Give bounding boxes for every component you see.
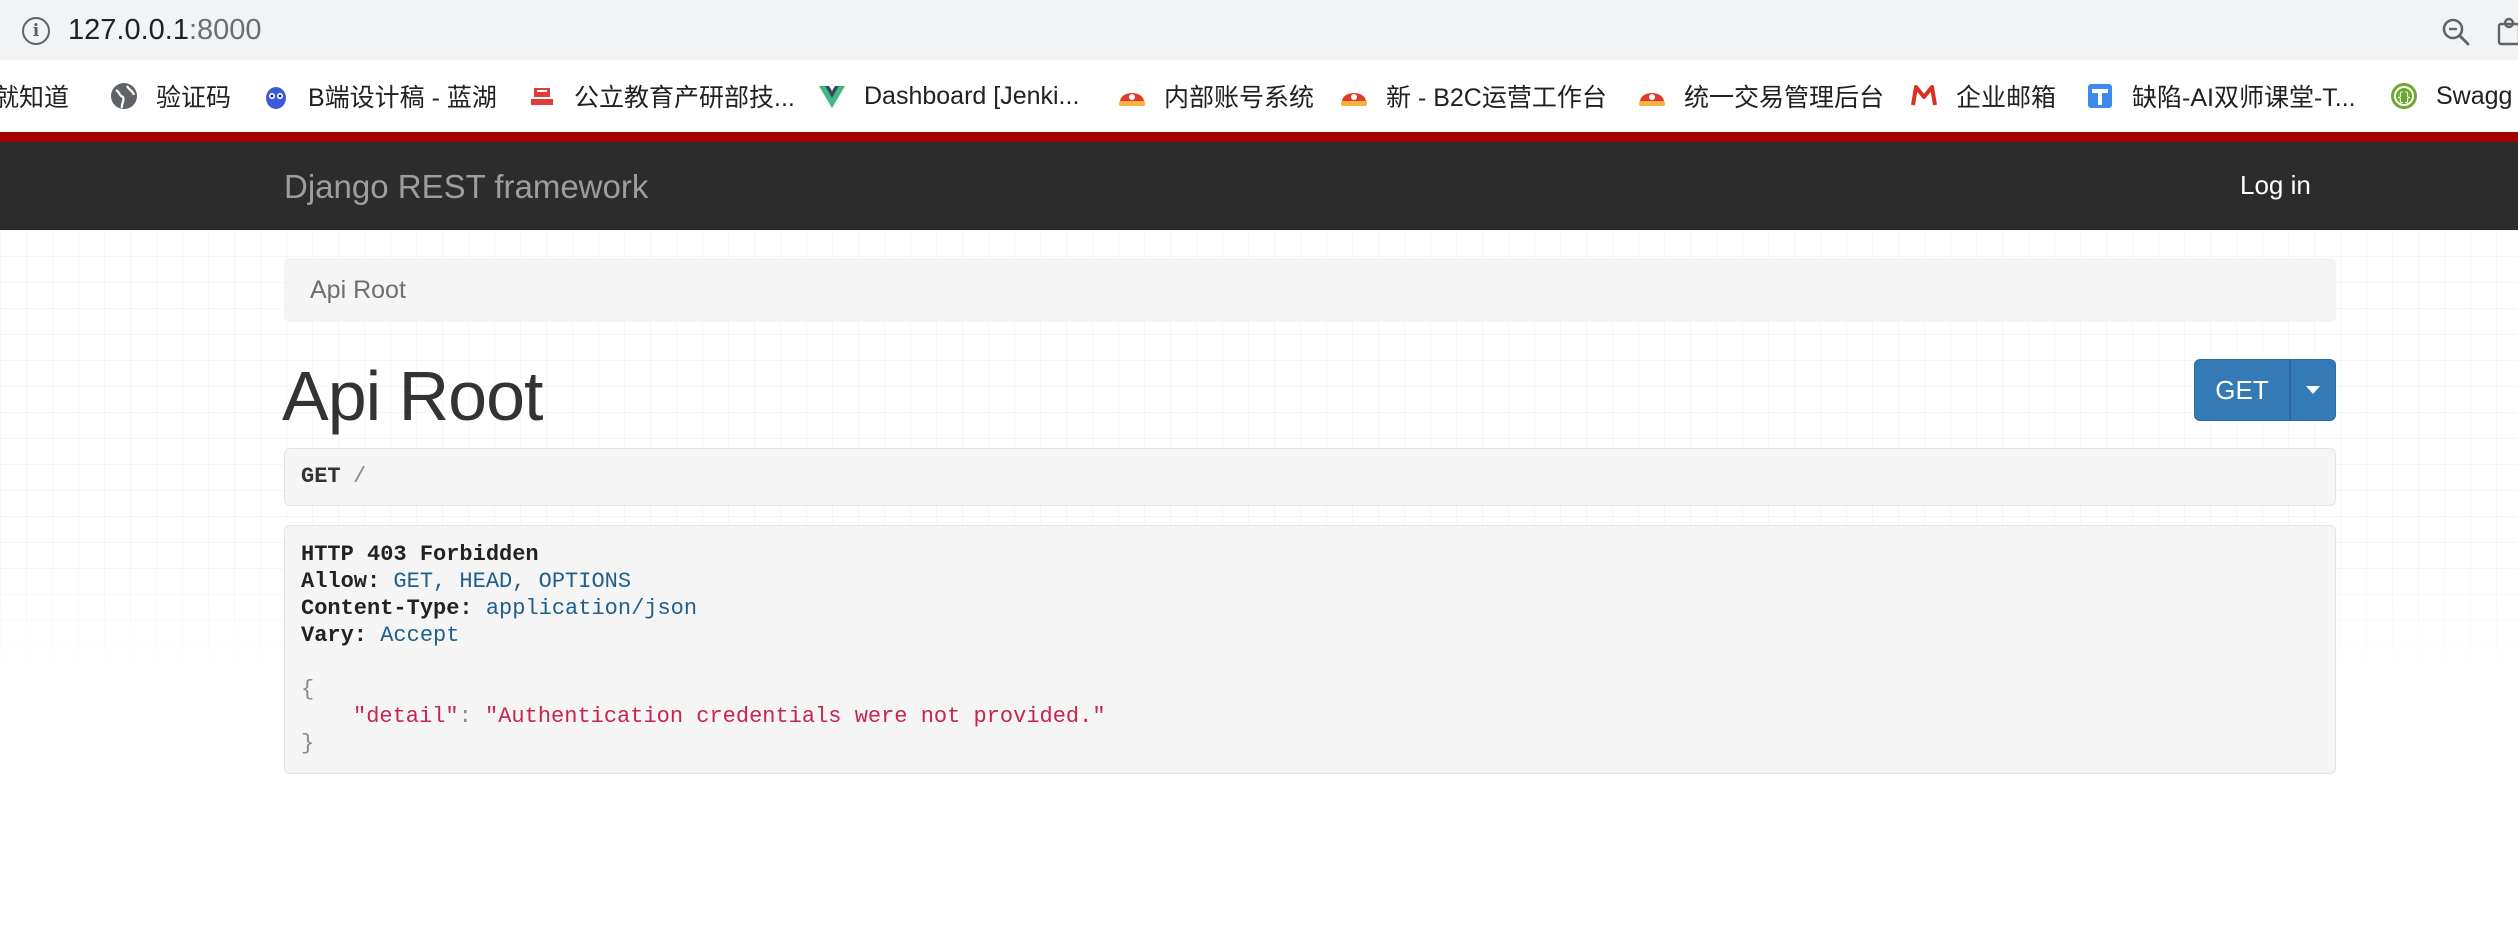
json-detail-line: "detail": "Authentication credentials we…	[353, 703, 1106, 730]
info-icon[interactable]: i	[22, 17, 50, 45]
response-header: Allow: GET, HEAD, OPTIONS	[301, 568, 631, 595]
header-stripe	[0, 132, 2518, 142]
zoom-icon[interactable]	[2440, 16, 2472, 48]
bookmark-label: 缺陷-AI双师课堂-T...	[2132, 84, 2356, 112]
response-info: HTTP 403 Forbidden Allow: GET, HEAD, OPT…	[284, 525, 2336, 774]
bookmark-label: 公立教育产研部技...	[574, 84, 795, 112]
bookmark-label: B端设计稿 - 蓝湖	[308, 84, 497, 112]
bookmark-item[interactable]: 统一交易管理后台	[1638, 60, 1884, 132]
address-bar[interactable]: i 127.0.0.1:8000	[0, 0, 2518, 60]
bookmark-item[interactable]: 缺陷-AI双师课堂-T...	[2086, 60, 2356, 132]
response-status: HTTP 403 Forbidden	[301, 542, 539, 567]
request-method: GET	[301, 464, 341, 489]
json-colon: :	[458, 704, 472, 729]
brand-link[interactable]: Django REST framework	[284, 168, 648, 206]
bookmark-item[interactable]: 公立教育产研部技...	[528, 60, 795, 132]
bookmark-label: 统一交易管理后台	[1684, 84, 1885, 112]
bookmark-item[interactable]: 内部账号系统	[1118, 60, 1314, 132]
svg-text:{}: {}	[2397, 90, 2411, 104]
json-key: "detail"	[353, 704, 459, 729]
bookmark-label: 新 - B2C运营工作台	[1386, 84, 1607, 112]
extension-icon[interactable]	[2496, 16, 2518, 46]
bookmark-label: Dashboard [Jenki...	[864, 81, 1080, 110]
bookmark-item[interactable]: 验证码	[110, 60, 231, 132]
bookmark-label: 内部账号系统	[1164, 84, 1315, 112]
json-open-brace: {	[301, 677, 315, 702]
red-helmet-icon	[1638, 82, 1666, 110]
bookmark-label: 企业邮箱	[1956, 84, 2057, 112]
response-header: Content-Type: application/json	[301, 595, 697, 622]
globe-icon	[110, 82, 138, 110]
red-helmet-icon	[1340, 82, 1368, 110]
red-helmet-icon	[1118, 82, 1146, 110]
login-link[interactable]: Log in	[2240, 170, 2311, 201]
json-value: "Authentication credentials were not pro…	[485, 704, 1106, 729]
bookmark-label: 就知道	[0, 84, 70, 112]
tapd-icon	[2086, 82, 2114, 110]
swagger-icon: {}	[2390, 82, 2418, 110]
lanhu-icon	[262, 82, 290, 110]
url-host: 127.0.0.1	[68, 14, 189, 46]
header-name: Vary:	[301, 623, 368, 648]
bookmark-item[interactable]: B端设计稿 - 蓝湖	[262, 60, 497, 132]
json-close-brace: }	[301, 731, 315, 756]
get-button-group: GET	[2194, 359, 2336, 421]
breadcrumb-item[interactable]: Api Root	[310, 276, 406, 305]
company-icon	[528, 82, 556, 110]
request-path: /	[353, 464, 367, 489]
bookmark-label: Swagg	[2436, 81, 2513, 110]
bookmark-item[interactable]: 企业邮箱	[1910, 60, 2056, 132]
mail-m-icon	[1910, 82, 1938, 110]
bookmark-label: 验证码	[156, 84, 232, 112]
page-title: Api Root	[282, 357, 543, 435]
bookmark-item[interactable]: {} Swagg	[2390, 60, 2512, 132]
url-port: :8000	[188, 14, 262, 46]
header-value: application/json	[485, 596, 698, 621]
get-button[interactable]: GET	[2194, 359, 2290, 421]
bookmark-item[interactable]: 就知道	[0, 60, 69, 132]
response-header: Vary: Accept	[301, 622, 459, 649]
header-value: GET, HEAD, OPTIONS	[393, 569, 632, 594]
vue-icon	[818, 82, 846, 110]
header-name: Content-Type:	[301, 596, 473, 621]
url-text[interactable]: 127.0.0.1:8000	[68, 12, 262, 48]
header-value: Accept	[380, 623, 460, 648]
bookmark-item[interactable]: 新 - B2C运营工作台	[1340, 60, 1607, 132]
caret-down-icon	[2306, 386, 2320, 394]
bookmarks-bar: 就知道 验证码 B端设计稿 - 蓝湖 公立教育产研部技... Dashboard…	[0, 60, 2518, 132]
request-info: GET /	[284, 448, 2336, 506]
breadcrumb: Api Root	[284, 258, 2336, 322]
bookmark-item[interactable]: Dashboard [Jenki...	[818, 60, 1079, 132]
header-name: Allow:	[301, 569, 381, 594]
navbar: Django REST framework Log in	[0, 142, 2518, 230]
format-dropdown-button[interactable]	[2290, 359, 2336, 421]
